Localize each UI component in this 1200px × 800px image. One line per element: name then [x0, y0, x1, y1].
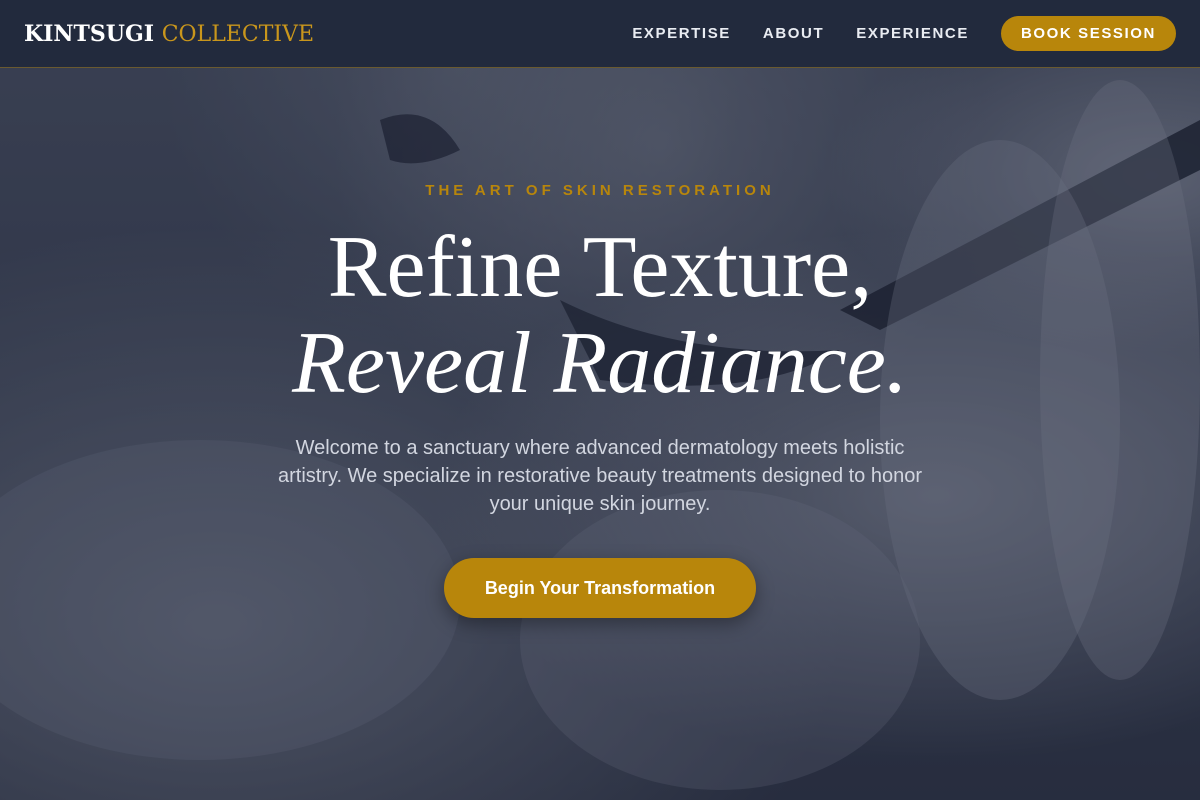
hero-headline-line2: Reveal Radiance. [292, 315, 908, 412]
nav-link-expertise[interactable]: EXPERTISE [632, 25, 731, 42]
brand-name-part1: KINTSUGI [24, 20, 155, 47]
hero-headline-line1: Refine Texture, [327, 219, 873, 316]
brand-logo[interactable]: KINTSUGI COLLECTIVE [24, 21, 314, 47]
hero-eyebrow: THE ART OF SKIN RESTORATION [425, 182, 775, 199]
hero-intro-text: Welcome to a sanctuary where advanced de… [277, 437, 923, 515]
landing-page: KINTSUGI COLLECTIVE EXPERTISE ABOUT EXPE… [0, 0, 1200, 800]
book-session-button[interactable]: BOOK SESSION [1000, 16, 1176, 51]
site-header: KINTSUGI COLLECTIVE EXPERTISE ABOUT EXPE… [0, 0, 1200, 68]
begin-transformation-button[interactable]: Begin Your Transformation [444, 558, 756, 618]
hero-section: THE ART OF SKIN RESTORATION Refine Textu… [0, 68, 1200, 800]
nav-link-experience[interactable]: EXPERIENCE [856, 25, 969, 42]
brand-name-part2: COLLECTIVE [161, 21, 315, 47]
main-nav: EXPERTISE ABOUT EXPERIENCE BOOK SESSION [600, 16, 1176, 51]
nav-link-about[interactable]: ABOUT [763, 25, 824, 42]
